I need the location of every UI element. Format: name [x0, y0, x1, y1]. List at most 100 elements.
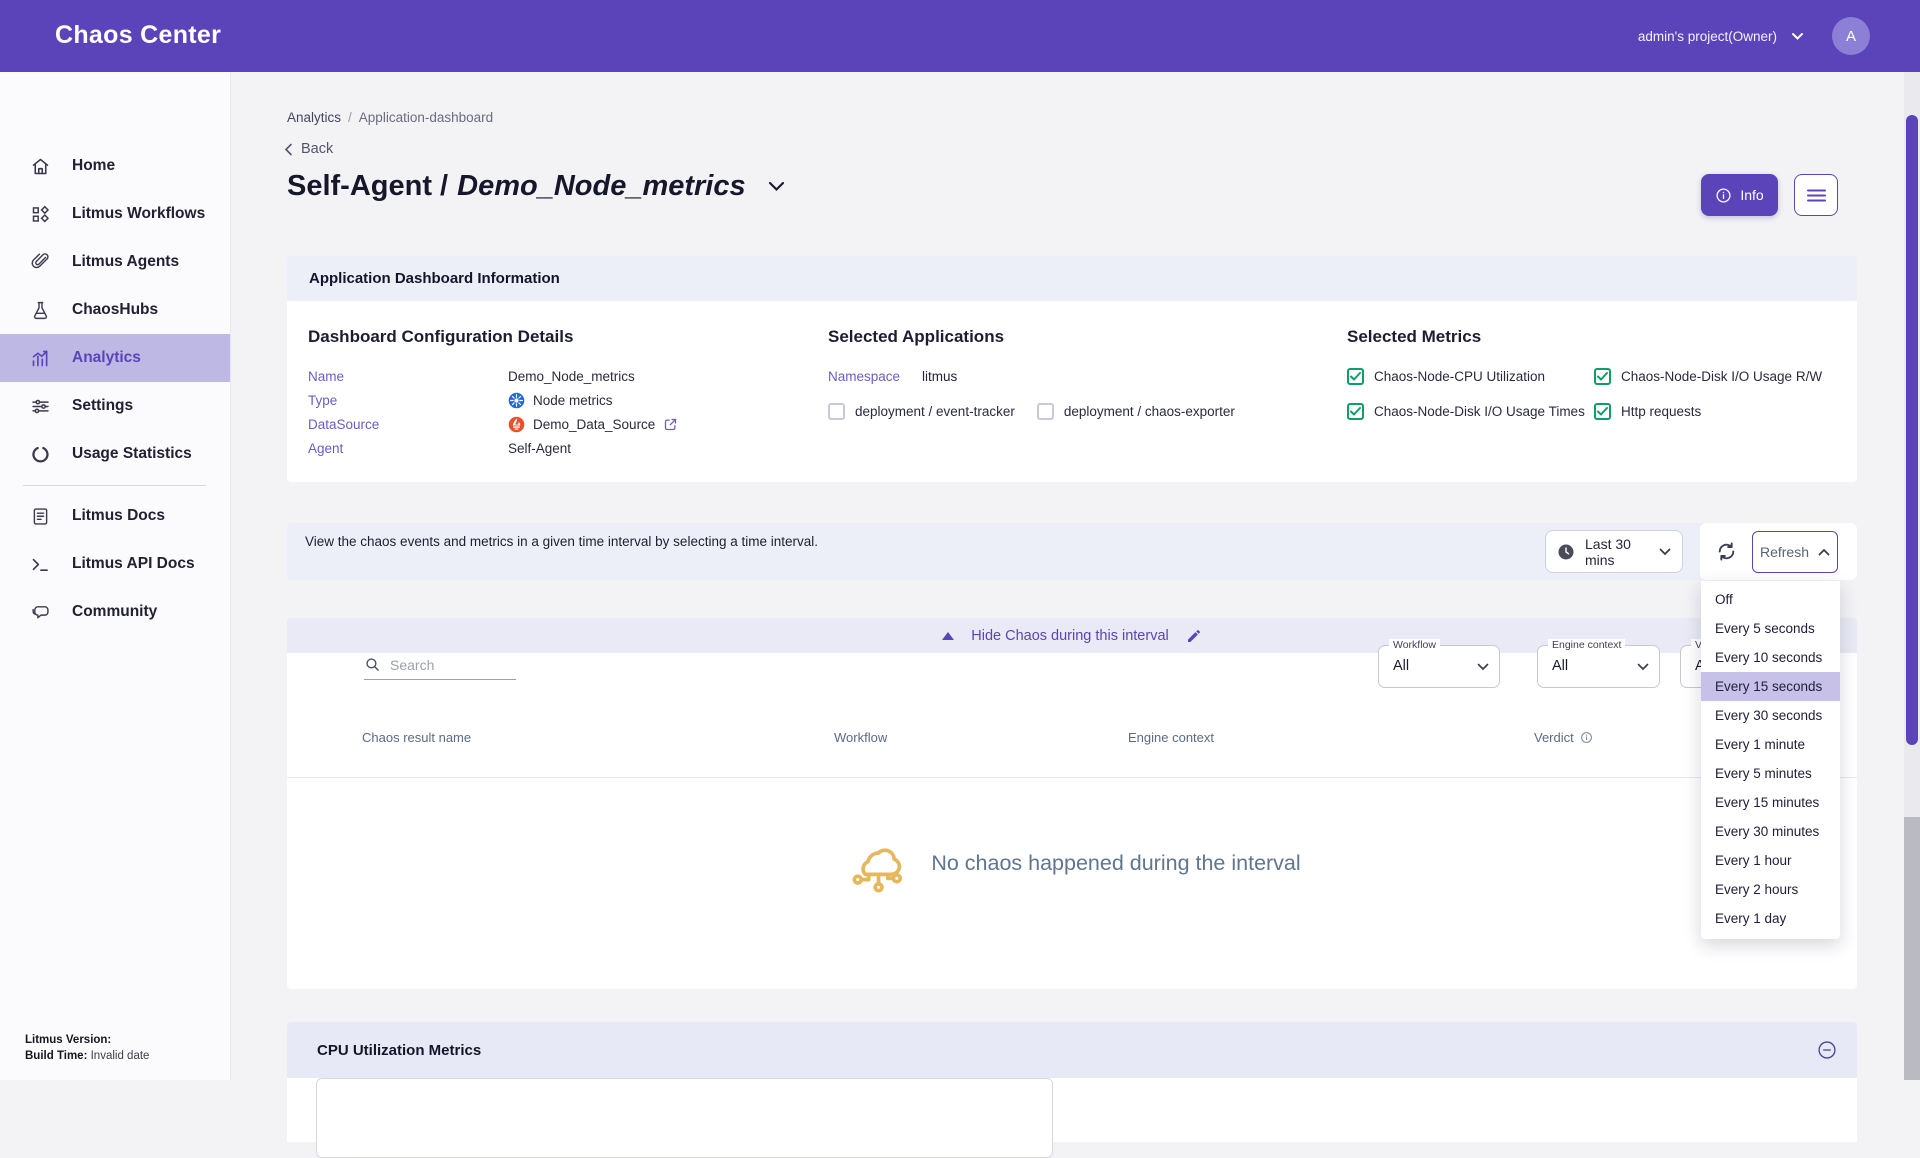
triangle-up-icon[interactable] — [942, 632, 954, 640]
cpu-utilization-panel: CPU Utilization Metrics — [287, 1022, 1857, 1142]
metric-checkbox-row: Chaos-Node-Disk I/O Usage Times — [1347, 403, 1594, 420]
sidebar-item-usage-statistics[interactable]: Usage Statistics — [0, 430, 230, 478]
cloud-circuit-icon — [843, 828, 913, 900]
application-dashboard-information-panel: Application Dashboard Information Dashbo… — [287, 256, 1857, 482]
sidebar-item-litmus-api-docs[interactable]: Litmus API Docs — [0, 540, 230, 588]
sidebar-item-settings[interactable]: Settings — [0, 382, 230, 430]
breadcrumb-analytics[interactable]: Analytics — [287, 110, 341, 125]
pencil-icon[interactable] — [1186, 628, 1202, 644]
avatar[interactable]: A — [1832, 17, 1870, 55]
menu-item-every-5-minutes[interactable]: Every 5 minutes — [1701, 759, 1840, 788]
info-icon — [1715, 187, 1732, 204]
project-selector[interactable]: admin's project(Owner) — [1638, 29, 1777, 44]
column-header-workflow: Workflow — [834, 730, 887, 745]
info-circle-icon[interactable] — [1580, 731, 1593, 744]
document-icon — [30, 506, 51, 527]
sidebar-divider — [23, 485, 206, 486]
menu-item-every-2-hours[interactable]: Every 2 hours — [1701, 875, 1840, 904]
sidebar-item-litmus-workflows[interactable]: Litmus Workflows — [0, 190, 230, 238]
column-header-chaos-result-name: Chaos result name — [362, 730, 471, 745]
collapse-minus-icon[interactable] — [1817, 1040, 1837, 1060]
menu-item-every-5-seconds[interactable]: Every 5 seconds — [1701, 614, 1840, 643]
checkbox-checked[interactable] — [1347, 368, 1364, 385]
checkbox-checked[interactable] — [1594, 403, 1611, 420]
chevron-down-icon[interactable] — [768, 181, 785, 192]
refresh-controls: Refresh — [1700, 523, 1857, 580]
config-row-datasource: DataSource Demo_Data_Source — [308, 412, 828, 436]
app-header: Chaos Center admin's project(Owner) A — [0, 0, 1920, 72]
config-row-type: Type Node metrics — [308, 388, 828, 412]
metric-checkbox-row: Chaos-Node-CPU Utilization — [1347, 368, 1594, 385]
refresh-label: Refresh — [1760, 544, 1809, 560]
metric-checkbox-row: Http requests — [1594, 403, 1847, 420]
chevron-left-icon — [284, 143, 293, 156]
menu-item-every-15-minutes[interactable]: Every 15 minutes — [1701, 788, 1840, 817]
scrollbar-thumb[interactable] — [1906, 115, 1918, 745]
checkbox-checked[interactable] — [1347, 403, 1364, 420]
engine-context-filter[interactable]: Engine context All — [1537, 645, 1660, 688]
sidebar-item-label: Home — [72, 157, 115, 175]
chevron-down-icon[interactable] — [1791, 32, 1804, 41]
time-interval-bar: View the chaos events and metrics in a g… — [287, 523, 1857, 580]
sidebar-item-label: Community — [72, 603, 157, 621]
checkbox-checked[interactable] — [1594, 368, 1611, 385]
sidebar-item-label: Usage Statistics — [72, 445, 192, 463]
sidebar-item-analytics[interactable]: Analytics — [0, 334, 230, 382]
menu-item-every-10-seconds[interactable]: Every 10 seconds — [1701, 643, 1840, 672]
search-input[interactable] — [390, 657, 505, 673]
sidebar-item-label: Litmus Docs — [72, 507, 165, 525]
back-button[interactable]: Back — [284, 141, 333, 157]
sidebar-item-community[interactable]: Community — [0, 588, 230, 636]
workflow-filter[interactable]: Workflow All — [1378, 645, 1500, 688]
sidebar-footer: Litmus Version: Build Time: Invalid date — [25, 1032, 149, 1064]
node-metrics-icon — [508, 392, 525, 409]
checkbox-unchecked[interactable] — [828, 403, 845, 420]
info-button-label: Info — [1740, 187, 1763, 203]
page-title: Self-Agent / Demo_Node_metrics — [287, 170, 785, 203]
sliders-icon — [30, 396, 51, 417]
column-header-verdict: Verdict — [1534, 730, 1593, 745]
breadcrumb-application-dashboard: Application-dashboard — [359, 110, 493, 125]
refresh-icon[interactable] — [1700, 540, 1752, 563]
column-header-engine-context: Engine context — [1128, 730, 1214, 745]
menu-item-every-30-seconds[interactable]: Every 30 seconds — [1701, 701, 1840, 730]
dashboard-menu-button[interactable] — [1794, 174, 1838, 216]
hide-chaos-toggle-label[interactable]: Hide Chaos during this interval — [971, 628, 1168, 644]
scrollbar — [1904, 72, 1920, 1080]
hamburger-icon — [1807, 189, 1826, 202]
cpu-panel-title: CPU Utilization Metrics — [317, 1042, 1817, 1059]
scrollbar-track[interactable] — [1904, 817, 1920, 1080]
sidebar-item-litmus-docs[interactable]: Litmus Docs — [0, 492, 230, 540]
breadcrumb-separator: / — [348, 110, 352, 125]
interval-description: View the chaos events and metrics in a g… — [305, 533, 825, 551]
build-time-label: Build Time: — [25, 1050, 87, 1062]
chevron-up-icon — [1818, 548, 1830, 556]
external-link-icon[interactable] — [663, 417, 678, 432]
cpu-chart-placeholder — [316, 1078, 1053, 1158]
menu-item-off[interactable]: Off — [1701, 585, 1840, 614]
menu-item-every-15-seconds[interactable]: Every 15 seconds — [1701, 672, 1840, 701]
applications-title: Selected Applications — [828, 327, 1347, 347]
sidebar-item-home[interactable]: Home — [0, 142, 230, 190]
terminal-icon — [30, 554, 51, 575]
menu-item-every-1-hour[interactable]: Every 1 hour — [1701, 846, 1840, 875]
sidebar-item-chaoshubs[interactable]: ChaosHubs — [0, 286, 230, 334]
time-range-select[interactable]: Last 30 mins — [1545, 530, 1683, 573]
chevron-down-icon — [1659, 548, 1671, 556]
litmus-version-label: Litmus Version: — [25, 1034, 111, 1046]
refresh-interval-menu: Off Every 5 seconds Every 10 seconds Eve… — [1701, 581, 1840, 939]
chat-bubbles-icon — [30, 602, 51, 623]
info-button[interactable]: Info — [1701, 174, 1778, 216]
flask-icon — [30, 300, 51, 321]
menu-item-every-30-minutes[interactable]: Every 30 minutes — [1701, 817, 1840, 846]
sidebar-item-litmus-agents[interactable]: Litmus Agents — [0, 238, 230, 286]
bar-chart-icon — [30, 348, 51, 369]
refresh-interval-button[interactable]: Refresh — [1752, 531, 1838, 573]
config-row-name: Name Demo_Node_metrics — [308, 364, 828, 388]
build-time-value: Invalid date — [91, 1050, 150, 1062]
metric-checkbox-row: Chaos-Node-Disk I/O Usage R/W — [1594, 368, 1847, 385]
menu-item-every-1-day[interactable]: Every 1 day — [1701, 904, 1840, 933]
selected-applications-column: Selected Applications Namespace litmus d… — [828, 301, 1347, 420]
checkbox-unchecked[interactable] — [1037, 403, 1054, 420]
menu-item-every-1-minute[interactable]: Every 1 minute — [1701, 730, 1840, 759]
